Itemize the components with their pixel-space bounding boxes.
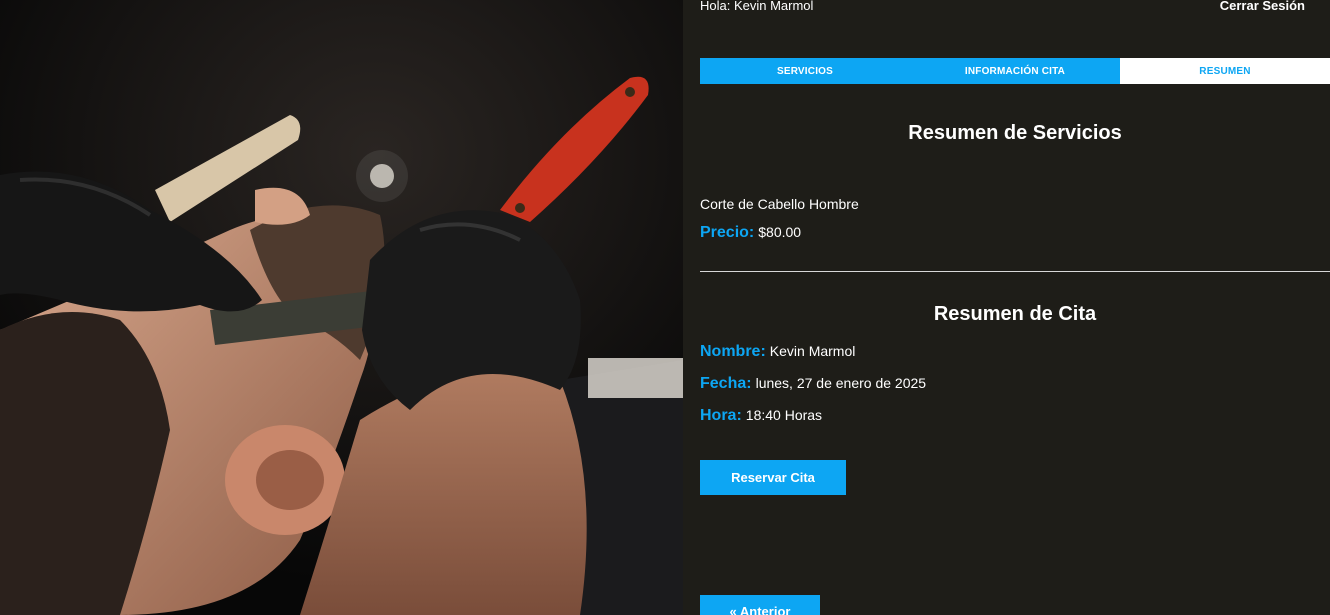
barber-shaving-photo — [0, 0, 683, 615]
appointment-summary-title: Resumen de Cita — [933, 303, 1097, 325]
price-row: Precio: $80.00 — [700, 224, 801, 242]
name-row: Nombre: Kevin Marmol — [700, 343, 855, 361]
app-panel: Hola: Kevin Marmol Cerrar Sesión Servici… — [683, 0, 1330, 615]
name-value: Kevin Marmol — [769, 343, 856, 359]
date-value: lunes, 27 de enero de 2025 — [755, 375, 927, 391]
top-bar: Hola: Kevin Marmol Cerrar Sesión — [700, 0, 1305, 14]
time-row: Hora: 18:40 Horas — [700, 407, 822, 425]
price-value: $80.00 — [758, 224, 802, 240]
time-value: 18:40 Horas — [745, 407, 823, 423]
date-label: Fecha: — [700, 375, 752, 392]
logout-link[interactable]: Cerrar Sesión — [1220, 0, 1305, 13]
previous-button[interactable]: « Anterior — [700, 595, 820, 615]
time-label: Hora: — [700, 407, 742, 424]
step-tabs: Servicios Información Cita Resumen — [700, 58, 1330, 84]
date-row: Fecha: lunes, 27 de enero de 2025 — [700, 375, 926, 393]
name-label: Nombre: — [700, 343, 766, 360]
hero-image — [0, 0, 683, 615]
tab-resumen[interactable]: Resumen — [1120, 58, 1330, 84]
services-summary-title: Resumen de Servicios — [908, 122, 1122, 144]
divider — [700, 271, 1330, 272]
tab-informacion-cita[interactable]: Información Cita — [910, 58, 1120, 84]
service-name: Corte de Cabello Hombre — [700, 196, 859, 212]
greeting-text: Hola: Kevin Marmol — [700, 0, 814, 13]
tab-servicios[interactable]: Servicios — [700, 58, 910, 84]
reserve-button[interactable]: Reservar Cita — [700, 460, 846, 495]
price-label: Precio: — [700, 224, 755, 241]
